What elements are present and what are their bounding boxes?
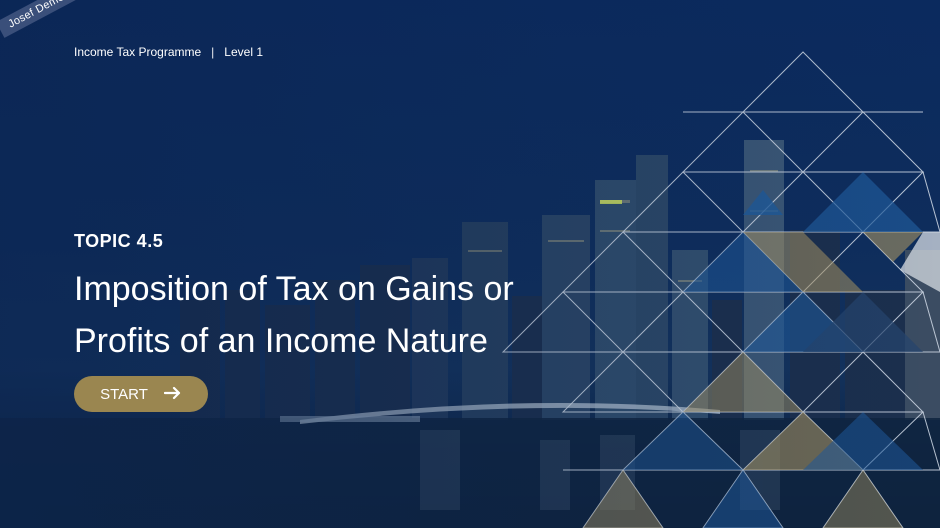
title-line-2: Profits of an Income Nature (74, 322, 488, 360)
breadcrumb-programme: Income Tax Programme (74, 45, 202, 59)
start-button[interactable]: START (74, 376, 208, 412)
arrow-right-icon (163, 385, 182, 403)
slide: Josef Demo 2024 Income Tax Programme | L… (0, 0, 940, 528)
breadcrumb: Income Tax Programme | Level 1 (74, 45, 263, 59)
breadcrumb-separator: | (211, 45, 215, 59)
title-line-1: Imposition of Tax on Gains or (74, 270, 514, 308)
breadcrumb-level: Level 1 (224, 45, 263, 59)
topic-label: TOPIC 4.5 (74, 231, 164, 251)
page-title: Imposition of Tax on Gains or Profits of… (74, 263, 634, 367)
start-button-label: START (100, 385, 148, 403)
